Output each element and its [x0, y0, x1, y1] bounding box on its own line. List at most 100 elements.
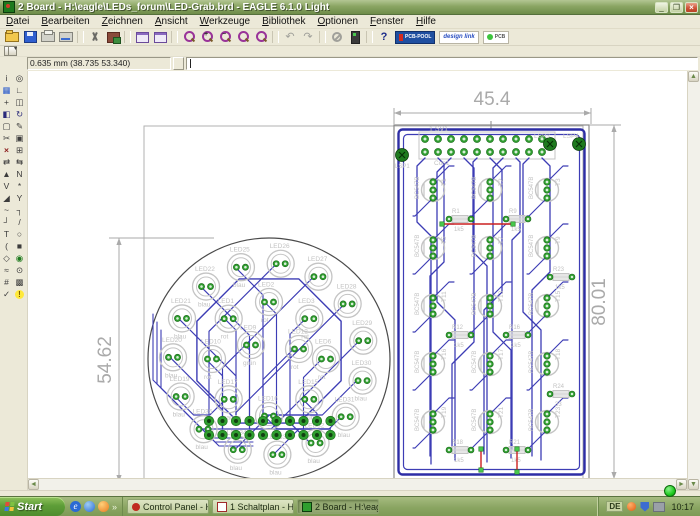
tool-mark-button[interactable]: ∟	[13, 84, 26, 96]
zoom-out-button[interactable]: −	[217, 30, 233, 44]
scroll-right-button[interactable]: ►	[676, 479, 687, 490]
restore-button[interactable]: ❐	[670, 2, 683, 13]
menu-zeichnen[interactable]: Zeichnen	[96, 16, 149, 27]
tool-wire-button[interactable]: /	[13, 216, 26, 228]
tool-ripup-button[interactable]: ┘	[0, 216, 13, 228]
close-button[interactable]: ×	[685, 2, 698, 13]
zoom-in-button[interactable]: +	[199, 30, 215, 44]
design-link-badge[interactable]: design link	[439, 31, 478, 44]
help-button[interactable]: ?	[376, 30, 392, 44]
optimize-icon: ~	[4, 205, 9, 215]
tool-arc-button[interactable]: (	[0, 240, 13, 252]
cut-button[interactable]	[87, 30, 103, 44]
task-schematic[interactable]: 1 Schaltplan - H:\eagl...	[212, 499, 294, 514]
pcb-service-badge[interactable]: PCB	[483, 31, 510, 44]
menu-bearbeiten[interactable]: Bearbeiten	[35, 16, 95, 27]
menu-fenster[interactable]: Fenster	[364, 16, 410, 27]
stop-button[interactable]	[329, 30, 345, 44]
tray-icon-c[interactable]	[653, 502, 665, 512]
firefox-icon[interactable]	[98, 501, 109, 512]
tool-route-button[interactable]: ┐	[13, 204, 26, 216]
svg-text:1k5: 1k5	[511, 458, 521, 464]
tool-miter-button[interactable]: ◢	[0, 192, 13, 204]
status-strip	[0, 490, 700, 496]
tool-via-button[interactable]: ◉	[13, 252, 26, 264]
tool-circle-button[interactable]: ○	[13, 228, 26, 240]
tool-paste-button[interactable]: ▣	[13, 132, 26, 144]
switch-editor-button[interactable]	[105, 30, 121, 44]
tray-shield-icon[interactable]	[640, 502, 649, 512]
cam-processor-button[interactable]	[58, 30, 74, 44]
menu-optionen[interactable]: Optionen	[311, 16, 364, 27]
svg-text:blau: blau	[233, 282, 246, 289]
tool-name-button[interactable]: N	[13, 168, 26, 180]
internet-explorer-icon[interactable]: e	[70, 501, 81, 512]
save-button[interactable]	[22, 30, 38, 44]
tool-split-button[interactable]: Y	[13, 192, 26, 204]
board-canvas[interactable]: LED26LED27LED28LED29LED30blauLED31blauLE…	[28, 71, 687, 490]
tool-value-button[interactable]: V	[0, 180, 13, 192]
tool-hole-button[interactable]: ⊙	[13, 264, 26, 276]
pcb-pool-badge[interactable]: PCB-POOL	[395, 31, 435, 44]
window-close-button[interactable]	[152, 30, 168, 44]
title-bar[interactable]: 2 Board - H:\eagle\LEDs_forum\LED-Grab.b…	[0, 0, 700, 15]
tool-lock-button[interactable]: ▲	[0, 168, 13, 180]
tool-change-button[interactable]: ✎	[13, 120, 26, 132]
redo-button[interactable]: ↷	[300, 30, 316, 44]
tool-signal-button[interactable]: ≈	[0, 264, 13, 276]
open-button[interactable]	[4, 30, 20, 44]
command-input[interactable]	[186, 57, 698, 70]
tool-move-button[interactable]: +	[0, 96, 13, 108]
tool-ratsnest-button[interactable]: #	[0, 276, 13, 288]
scroll-left-button[interactable]: ◄	[28, 479, 39, 490]
splitter-handle[interactable]	[173, 57, 184, 70]
start-button[interactable]: Start	[0, 497, 65, 516]
tool-delete-button[interactable]: ×	[0, 144, 13, 156]
tool-group-button[interactable]: ▢	[0, 120, 13, 132]
minimize-button[interactable]: _	[655, 2, 668, 13]
menu-datei[interactable]: Datei	[0, 16, 35, 27]
task-board[interactable]: 2 Board - H:\eagle\LE...	[297, 499, 379, 514]
tool-optimize-button[interactable]: ~	[0, 204, 13, 216]
menu-ansicht[interactable]: Ansicht	[149, 16, 194, 27]
scroll-down-button[interactable]: ▼	[688, 479, 699, 490]
zoom-select-button[interactable]	[253, 30, 269, 44]
horizontal-scrollbar[interactable]: ◄ ►	[28, 478, 687, 490]
tool-errors-button[interactable]: !	[13, 288, 26, 300]
tool-add-button[interactable]: ⊞	[13, 144, 26, 156]
tool-auto-button[interactable]: ▩	[13, 276, 26, 288]
undo-button[interactable]: ↶	[282, 30, 298, 44]
zoom-redraw-button[interactable]	[235, 30, 251, 44]
zoom-fit-button[interactable]	[181, 30, 197, 44]
tool-pinswap-button[interactable]: ⇄	[0, 156, 13, 168]
menu-werkzeuge[interactable]: Werkzeuge	[194, 16, 256, 27]
tool-rotate-button[interactable]: ↻	[13, 108, 26, 120]
pcb-drawing[interactable]: LED26LED27LED28LED29LED30blauLED31blauLE…	[28, 71, 689, 485]
quick-launch-more-chevron[interactable]: »	[112, 502, 117, 512]
tool-info-button[interactable]: i	[0, 72, 13, 84]
mail-icon[interactable]	[84, 501, 95, 512]
tool-display-button[interactable]: ▦	[0, 84, 13, 96]
tool-copy-button[interactable]: ◫	[13, 96, 26, 108]
tool-drc-button[interactable]: ✓	[0, 288, 13, 300]
print-button[interactable]	[40, 30, 56, 44]
tool-replace-button[interactable]: ⇆	[13, 156, 26, 168]
menu-bibliothek[interactable]: Bibliothek	[256, 16, 311, 27]
language-indicator[interactable]: DE	[606, 501, 623, 512]
task-eagle-control-panel[interactable]: Control Panel - H:\ea...	[127, 499, 209, 514]
tray-icon-a[interactable]	[627, 502, 636, 511]
grid-button[interactable]	[4, 46, 17, 56]
menu-hilfe[interactable]: Hilfe	[410, 16, 442, 27]
window-load-button[interactable]	[134, 30, 150, 44]
board-icon	[302, 502, 312, 512]
tool-show-button[interactable]: ◎	[13, 72, 26, 84]
tool-polygon-button[interactable]: ◇	[0, 252, 13, 264]
tool-text-button[interactable]: T	[0, 228, 13, 240]
tool-smash-button[interactable]: *	[13, 180, 26, 192]
svg-text:blau: blau	[174, 333, 187, 340]
tool-cut-button[interactable]: ✂	[0, 132, 13, 144]
tool-mirror-button[interactable]: ◧	[0, 108, 13, 120]
tool-rect-button[interactable]: ■	[13, 240, 26, 252]
run-script-button[interactable]	[347, 30, 363, 44]
scroll-up-button[interactable]: ▲	[688, 71, 699, 82]
